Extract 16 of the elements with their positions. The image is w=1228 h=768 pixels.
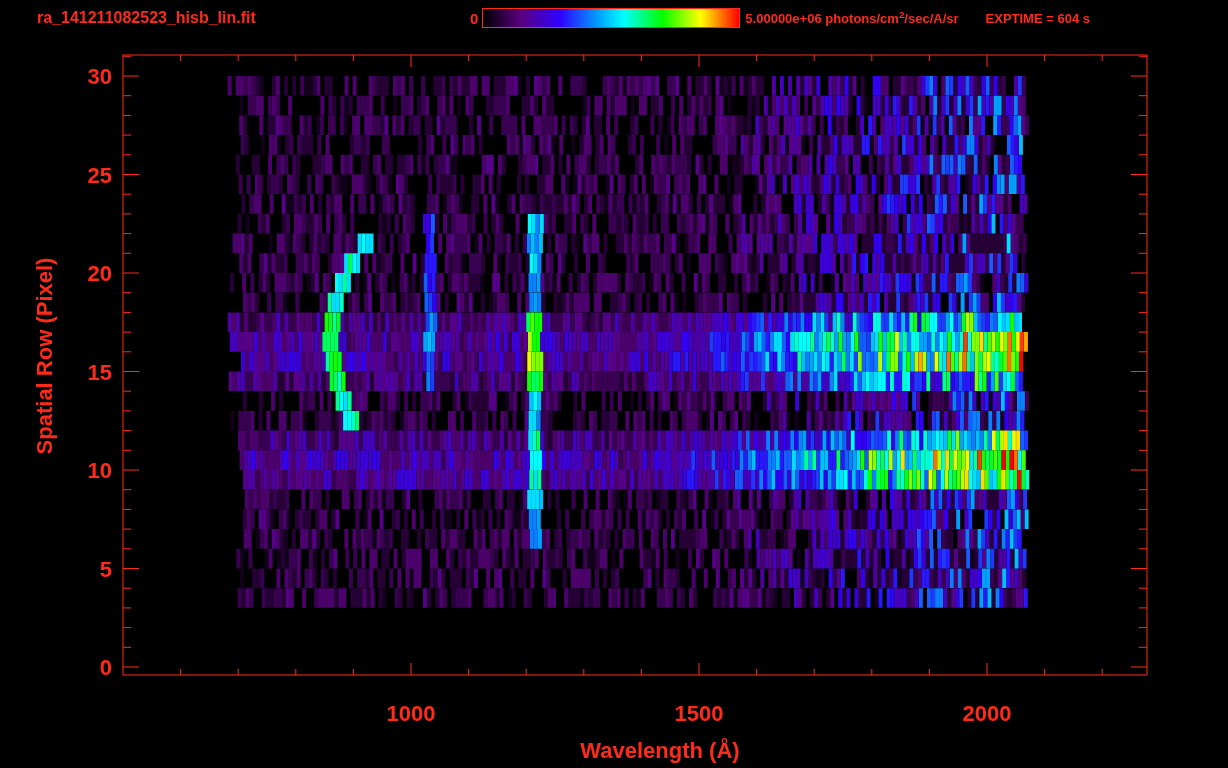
x-tick-label: 1000 xyxy=(386,701,436,726)
y-axis-label: Spatial Row (Pixel) xyxy=(32,257,57,455)
y-tick-label: 15 xyxy=(87,359,112,385)
x-axis-label: Wavelength (Å) xyxy=(580,738,740,763)
y-tick-label: 25 xyxy=(87,162,112,188)
exposure-time: EXPTIME = 604 s xyxy=(985,11,1090,25)
x-tick-label: 2000 xyxy=(962,701,1012,726)
y-tick-label: 5 xyxy=(99,556,112,582)
y-tick-label: 0 xyxy=(99,655,112,680)
y-tick-label: 30 xyxy=(87,64,112,89)
colorbar-min-label: 0 xyxy=(470,10,479,26)
x-tick-label: 1500 xyxy=(674,701,724,726)
y-tick-label: 10 xyxy=(87,458,112,483)
colorbar-max-label: 5.00000e+06 photons/cm$^{2}$/sec/A/sr xyxy=(745,11,959,25)
y-tick-label: 20 xyxy=(87,261,112,286)
file-title: ra_141211082523_hisb_lin.fit xyxy=(37,10,257,26)
